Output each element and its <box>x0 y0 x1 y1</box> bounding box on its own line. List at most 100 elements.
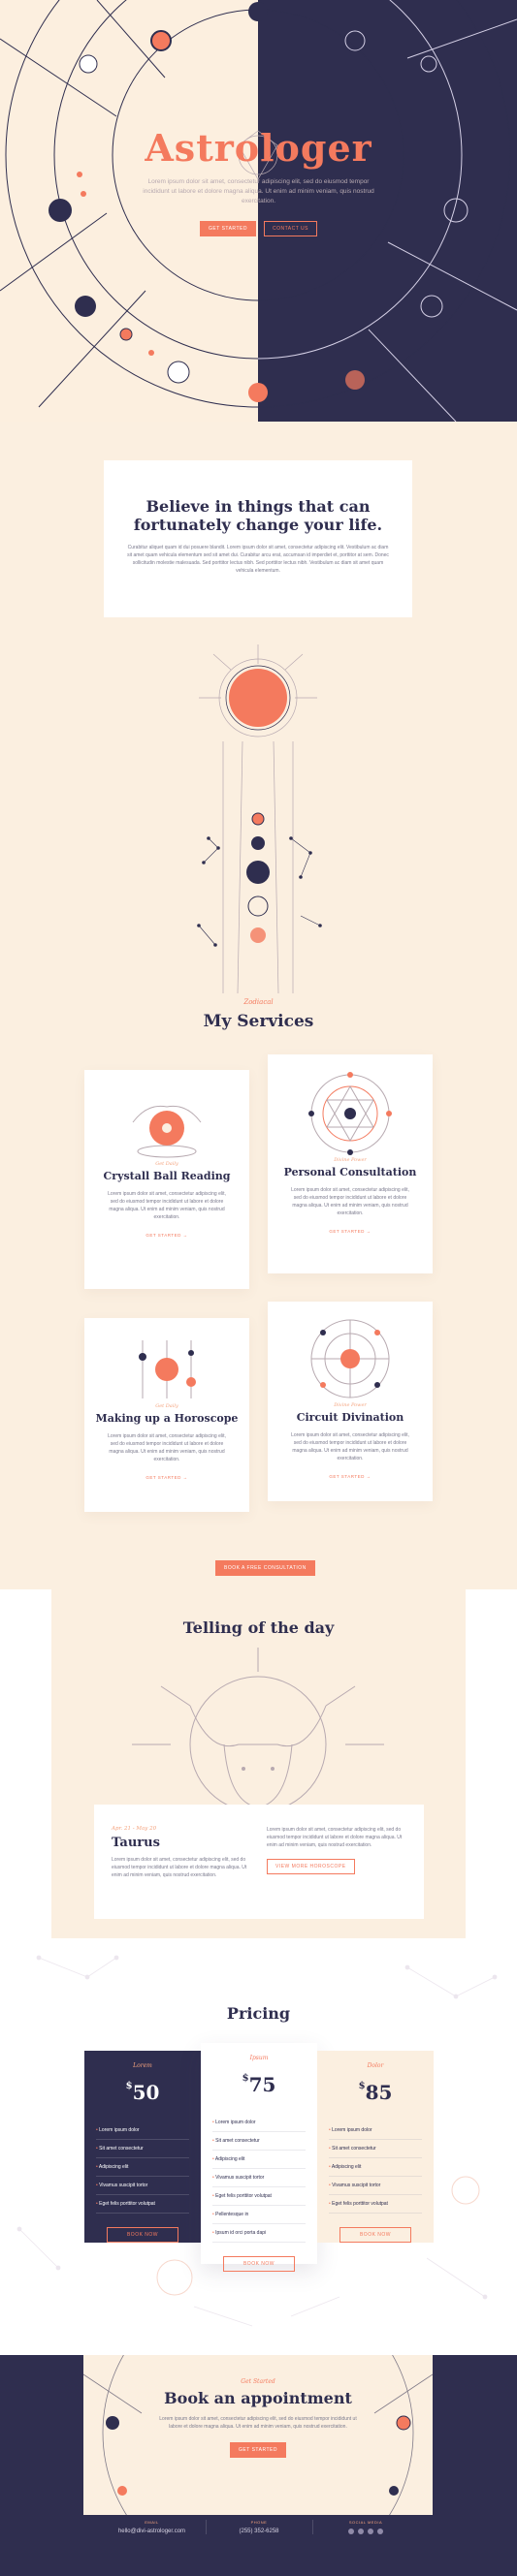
service-more-link[interactable]: Get started → <box>84 1233 249 1238</box>
plan-name: Dolor <box>367 2062 384 2069</box>
plan-feature: Adipiscing elit <box>329 2158 422 2177</box>
plan-currency: $ <box>125 2081 133 2091</box>
sun-planets-illustration <box>197 644 322 994</box>
plan-features: Lorem ipsum dolor Sit amet consectetur A… <box>329 2121 434 2214</box>
appointment-section: Get Started Book an appointment Lorem ip… <box>0 2355 517 2576</box>
plan-price: $85 <box>317 2081 434 2104</box>
contact-us-button[interactable]: Contact us <box>263 221 317 237</box>
services-title: My Services <box>203 1012 314 1031</box>
hero-section: Astrologer Lorem ipsum dolor sit amet, c… <box>0 0 517 422</box>
service-desc: Lorem ipsum dolor sit amet, consectetur … <box>291 1432 409 1461</box>
footer-phone-link[interactable]: (255) 352-6258 <box>207 2529 312 2534</box>
horoscope-text-left: Lorem ipsum dolor sit amet, consectetur … <box>112 1857 247 1878</box>
horoscope-planets-icon <box>139 1340 196 1398</box>
footer-email-label: Email <box>145 2520 159 2525</box>
pricing-section: Pricing Lorem $50 Lorem ipsum dolor Sit … <box>0 1938 517 2355</box>
service-name: Personal Consultation <box>283 1166 417 1178</box>
service-category: Get Daily <box>155 1161 178 1167</box>
book-now-button[interactable]: Book now <box>339 2227 412 2243</box>
service-card-horoscope[interactable]: Get Daily Making up a Horoscope Lorem ip… <box>84 1318 249 1512</box>
plan-feature: Pellentesque in <box>212 2206 306 2224</box>
service-desc: Lorem ipsum dolor sit amet, consectetur … <box>108 1191 226 1220</box>
zodiac-wheel-icon <box>308 1072 392 1155</box>
horoscope-text-right: Lorem ipsum dolor sit amet, consectetur … <box>267 1827 403 1848</box>
hero-subtitle: Lorem ipsum dolor sit amet, consectetur … <box>143 178 374 204</box>
youtube-icon[interactable] <box>377 2529 383 2534</box>
footer-social: Social Media <box>311 2520 419 2534</box>
sun-icon <box>229 669 287 727</box>
plan-price: $50 <box>84 2081 201 2104</box>
plan-feature: Adipiscing elit <box>96 2158 189 2177</box>
telling-title: Telling of the day <box>182 1618 335 1637</box>
plan-amount: 75 <box>248 2073 276 2096</box>
plan-feature: Lorem ipsum dolor <box>329 2121 422 2140</box>
horoscope-date: Apr. 21 - May 20 <box>112 1826 157 1832</box>
service-more-link[interactable]: Get started → <box>268 1229 433 1234</box>
plan-feature: Eget felis porttitor volutpat <box>96 2195 189 2214</box>
taurus-bull-icon <box>132 1648 384 1812</box>
service-more-link[interactable]: Get started → <box>84 1475 249 1480</box>
social-icons <box>313 2529 419 2534</box>
service-category: Divine Power <box>334 1402 367 1408</box>
view-more-horoscope-button[interactable]: View more horoscope <box>267 1859 355 1874</box>
plan-feature: Sit amet consectetur <box>96 2140 189 2158</box>
facebook-icon[interactable] <box>348 2529 354 2534</box>
horoscope-left: Apr. 21 - May 20 Taurus Lorem ipsum dolo… <box>112 1826 251 1898</box>
footer-email-link[interactable]: hello@divi-astrologer.com <box>99 2529 206 2534</box>
horoscope-card: Apr. 21 - May 20 Taurus Lorem ipsum dolo… <box>94 1805 424 1919</box>
services-eyebrow: Zodiacal <box>243 998 274 1006</box>
plan-feature: Sit amet consectetur <box>212 2132 306 2151</box>
plan-amount: 85 <box>365 2081 393 2104</box>
hero-content: Astrologer Lorem ipsum dolor sit amet, c… <box>0 126 517 237</box>
appointment-content: Get Started Book an appointment Lorem ip… <box>83 2355 433 2458</box>
plan-feature: Vivamus suscipit tortor <box>329 2177 422 2195</box>
services-section: Zodiacal My Services Get Daily Crystall … <box>0 998 517 1589</box>
plan-feature: Eget felis porttitor volutpat <box>212 2187 306 2206</box>
appointment-get-started-button[interactable]: Get started <box>230 2442 286 2458</box>
footer-phone-label: Phone <box>250 2520 268 2525</box>
plan-feature: Ipsum id orci porta dapi <box>212 2224 306 2243</box>
telling-panel: Telling of the day Apr. 21 - May 20 Taur… <box>51 1589 466 1938</box>
plan-feature: Lorem ipsum dolor <box>96 2121 189 2140</box>
service-name: Circuit Divination <box>296 1411 404 1424</box>
plan-features: Lorem ipsum dolor Sit amet consectetur A… <box>96 2121 201 2214</box>
plan-currency: $ <box>242 2073 249 2084</box>
pricing-plan-lorem: Lorem $50 Lorem ipsum dolor Sit amet con… <box>84 2051 201 2243</box>
service-name: Making up a Horoscope <box>95 1412 239 1425</box>
appointment-text: Lorem ipsum dolor sit amet, consectetur … <box>159 2416 357 2430</box>
service-more-link[interactable]: Get started → <box>268 1474 433 1479</box>
appointment-title: Book an appointment <box>164 2389 352 2407</box>
footer-phone: Phone (255) 352-6258 <box>205 2520 312 2534</box>
plan-name: Ipsum <box>249 2055 269 2061</box>
service-card-crystal-ball[interactable]: Get Daily Crystall Ball Reading Lorem ip… <box>84 1070 249 1289</box>
pricing-plan-ipsum: Ipsum $75 Lorem ipsum dolor Sit amet con… <box>201 2043 317 2272</box>
telling-section: Telling of the day Apr. 21 - May 20 Taur… <box>0 1589 517 1938</box>
plan-feature: Eget felis porttitor volutpat <box>329 2195 422 2214</box>
believe-section: Believe in things that can fortunately c… <box>0 422 517 998</box>
plan-name: Lorem <box>133 2062 152 2069</box>
service-desc: Lorem ipsum dolor sit amet, consectetur … <box>108 1433 226 1462</box>
hero-title: Astrologer <box>145 126 372 170</box>
plan-feature: Vivamus suscipit tortor <box>212 2169 306 2187</box>
crystal-ball-icon <box>132 1105 202 1158</box>
service-desc: Lorem ipsum dolor sit amet, consectetur … <box>291 1187 409 1216</box>
plan-feature: Adipiscing elit <box>212 2151 306 2169</box>
footer: Email hello@divi-astrologer.com Phone (2… <box>0 2520 517 2534</box>
book-now-button[interactable]: Book now <box>106 2227 179 2243</box>
plan-price: $75 <box>201 2073 317 2096</box>
hero-buttons: Get started Contact us <box>0 221 517 237</box>
book-now-button[interactable]: Book now <box>222 2256 296 2272</box>
footer-email: Email hello@divi-astrologer.com <box>99 2520 206 2534</box>
service-category: Get Daily <box>155 1403 178 1409</box>
book-consultation-button[interactable]: Book a free consultation <box>215 1560 315 1576</box>
plan-feature: Lorem ipsum dolor <box>212 2114 306 2132</box>
pricing-title: Pricing <box>226 2004 291 2023</box>
appointment-eyebrow: Get Started <box>241 2378 275 2385</box>
instagram-icon[interactable] <box>368 2529 373 2534</box>
get-started-button[interactable]: Get started <box>200 221 256 237</box>
service-card-divination[interactable]: Divine Power Circuit Divination Lorem ip… <box>268 1302 433 1501</box>
plan-amount: 50 <box>132 2081 160 2104</box>
twitter-icon[interactable] <box>358 2529 364 2534</box>
service-card-consultation[interactable]: Divine Power Personal Consultation Lorem… <box>268 1054 433 1273</box>
horoscope-sign: Taurus <box>112 1836 160 1850</box>
